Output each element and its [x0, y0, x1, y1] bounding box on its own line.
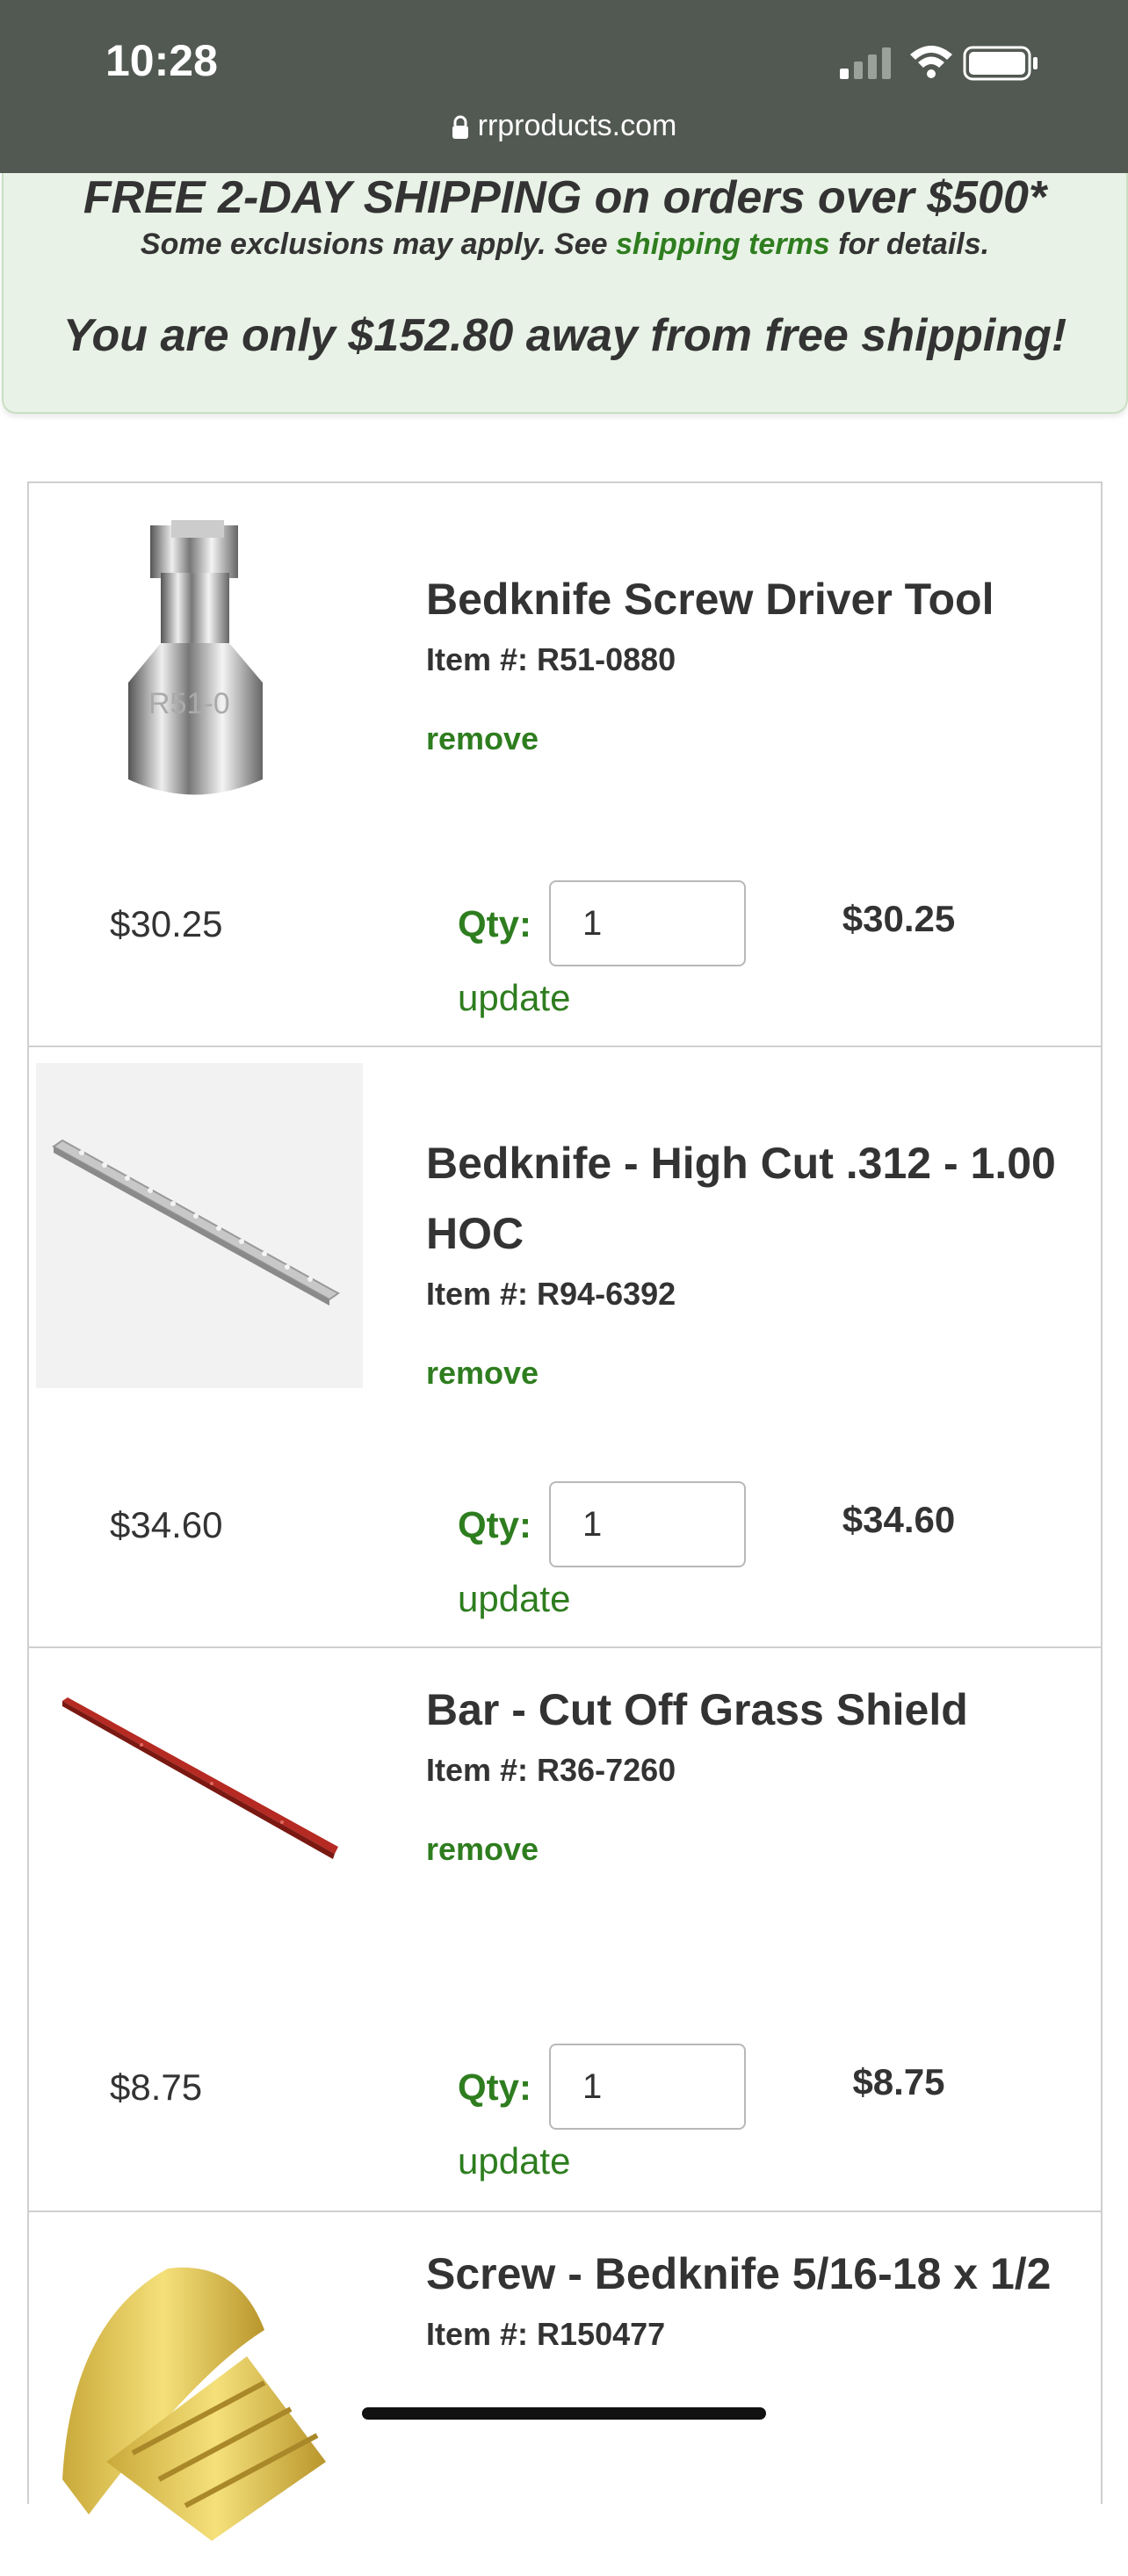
product-name[interactable]: Bar - Cut Off Grass Shield	[426, 1675, 1094, 1745]
qty-label: Qty:	[458, 2066, 531, 2108]
bedknife-screwdriver-socket-image: R51-0	[128, 520, 263, 795]
clock: 10:28	[105, 36, 218, 85]
line-total: $30.25	[842, 898, 956, 939]
cellular-signal-icon	[840, 47, 891, 79]
home-indicator[interactable]	[362, 2407, 766, 2420]
url-text: rrproducts.com	[477, 109, 677, 142]
remove-link[interactable]: remove	[426, 1355, 539, 1392]
product-name[interactable]: Bedknife Screw Driver Tool	[426, 564, 1094, 634]
wifi-icon	[910, 46, 952, 78]
quantity-input[interactable]	[549, 2044, 746, 2130]
update-link[interactable]: update	[458, 977, 570, 1019]
exclusions-suffix: for details.	[829, 228, 990, 261]
quantity-input[interactable]	[549, 1481, 746, 1567]
product-sku: Item #: R51-0880	[426, 641, 676, 677]
product-sku: Item #: R94-6392	[426, 1276, 676, 1312]
lock-icon	[452, 115, 468, 140]
bedknife-bar-image	[36, 1063, 363, 1388]
quantity-input[interactable]	[549, 880, 746, 966]
remove-link[interactable]: remove	[426, 720, 539, 757]
update-link[interactable]: update	[458, 1578, 570, 1620]
svg-text:R51-0: R51-0	[148, 687, 230, 720]
shipping-exclusions: Some exclusions may apply. See shipping …	[4, 228, 1126, 262]
qty-label: Qty:	[458, 903, 531, 944]
product-name[interactable]: Bedknife - High Cut .312 - 1.00 HOC	[426, 1128, 1094, 1269]
address-bar[interactable]: rrproducts.com	[0, 109, 1128, 143]
cart-item: Screw - Bedknife 5/16-18 x 1/2 Item #: R…	[29, 2212, 1101, 2541]
unit-price: $34.60	[110, 1504, 223, 1545]
brass-screw-image	[62, 2267, 326, 2541]
unit-price: $8.75	[110, 2066, 203, 2108]
update-link[interactable]: update	[458, 2140, 570, 2182]
shipping-headline: FREE 2-DAY SHIPPING on orders over $500*	[83, 172, 1047, 223]
cart-item: R51-0 Bedknife Screw Driver Tool Item #:…	[29, 483, 1101, 1047]
cart-item: Bedknife - High Cut .312 - 1.00 HOC Item…	[29, 1047, 1101, 1648]
product-sku: Item #: R150477	[426, 2316, 666, 2352]
cart-list: R51-0 Bedknife Screw Driver Tool Item #:…	[27, 481, 1103, 2541]
free-shipping-progress: You are only $152.80 away from free ship…	[62, 310, 1067, 361]
cart-item: Bar - Cut Off Grass Shield Item #: R36-7…	[29, 1648, 1101, 2212]
remove-link[interactable]: remove	[426, 1831, 539, 1868]
status-icons	[840, 46, 1038, 81]
unit-price: $30.25	[110, 903, 223, 944]
product-sku: Item #: R36-7260	[426, 1752, 676, 1788]
grass-shield-bar-image	[62, 1697, 338, 1859]
product-name[interactable]: Screw - Bedknife 5/16-18 x 1/2	[426, 2239, 1094, 2309]
line-total: $34.60	[842, 1499, 956, 1540]
qty-label: Qty:	[458, 1504, 531, 1545]
exclusions-prefix: Some exclusions may apply. See	[140, 228, 617, 261]
shipping-terms-link[interactable]: shipping terms	[616, 228, 830, 261]
line-total: $8.75	[852, 2061, 945, 2102]
free-shipping-banner: FREE 2-DAY SHIPPING on orders over $500*…	[2, 172, 1128, 414]
status-bar: 10:28 rrproducts.com	[0, 0, 1128, 173]
battery-icon	[963, 46, 1038, 81]
